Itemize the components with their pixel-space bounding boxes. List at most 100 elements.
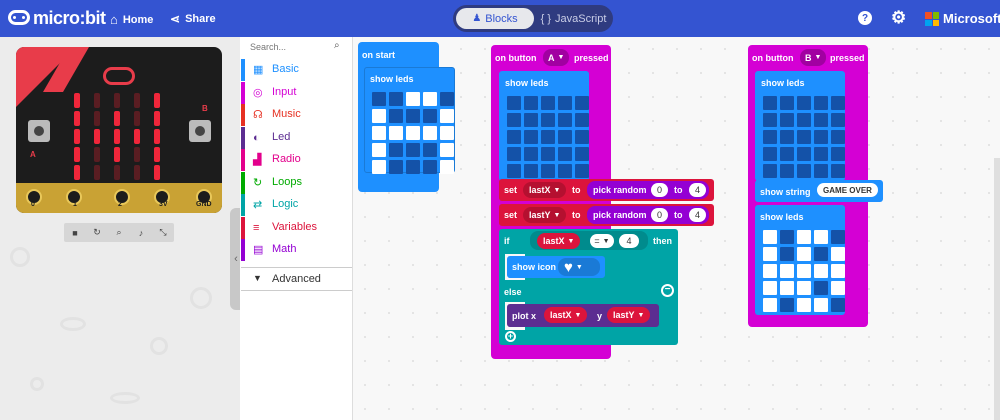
led-cell[interactable] [575, 130, 589, 144]
led-cell[interactable] [507, 147, 521, 161]
led-cell[interactable] [797, 164, 811, 178]
microsoft-label[interactable]: Microsoft [943, 11, 1000, 26]
led-cell[interactable] [763, 96, 777, 110]
led-cell[interactable] [763, 147, 777, 161]
search-icon[interactable]: ⌕ [334, 40, 340, 51]
led-cell[interactable] [780, 230, 794, 244]
led-cell[interactable] [780, 298, 794, 312]
toolbox-category-loops[interactable]: ↻ Loops [241, 171, 352, 194]
led-cell[interactable] [406, 160, 420, 174]
stop-icon[interactable]: ■ [64, 223, 86, 242]
compare-value-input[interactable]: 4 [619, 234, 639, 248]
led-cell[interactable] [558, 130, 572, 144]
button-b[interactable] [189, 120, 211, 142]
button-a-dropdown[interactable]: A ▼ [543, 49, 570, 66]
led-cell[interactable] [541, 130, 555, 144]
toolbox-category-music[interactable]: ☊ Music [241, 104, 352, 126]
toolbox-category-radio[interactable]: ▟ Radio [241, 149, 352, 171]
led-cell[interactable] [507, 96, 521, 110]
var-lasty-reporter[interactable]: lastY ▼ [607, 307, 651, 323]
led-cell[interactable] [524, 130, 538, 144]
button-b-led-editor[interactable] [763, 96, 845, 178]
tab-blocks[interactable]: ♟ Blocks [456, 8, 534, 29]
led-cell[interactable] [814, 164, 828, 178]
led-cell[interactable] [797, 113, 811, 127]
help-icon[interactable]: ? [858, 11, 872, 25]
led-cell[interactable] [797, 130, 811, 144]
led-cell[interactable] [507, 164, 521, 178]
toolbox-category-led[interactable]: ◐ Led [241, 126, 352, 149]
led-cell[interactable] [780, 96, 794, 110]
restart-icon[interactable]: ↻ [86, 223, 108, 242]
led-cell[interactable] [541, 96, 555, 110]
led-cell[interactable] [831, 130, 845, 144]
microsoft-logo-icon[interactable] [925, 12, 939, 26]
led-cell[interactable] [389, 92, 403, 106]
toolbox-category-math[interactable]: ▤ Math [241, 239, 352, 261]
toolbox-category-input[interactable]: ◎ Input [241, 81, 352, 104]
led-cell[interactable] [524, 96, 538, 110]
led-cell[interactable] [440, 92, 454, 106]
app-logo-text[interactable]: micro:bit [33, 8, 106, 29]
led-cell[interactable] [831, 164, 845, 178]
led-cell[interactable] [763, 164, 777, 178]
led-cell[interactable] [372, 109, 386, 123]
led-cell[interactable] [763, 264, 777, 278]
led-cell[interactable] [440, 126, 454, 140]
home-button[interactable]: ⌂ Home [110, 12, 153, 27]
led-cell[interactable] [440, 160, 454, 174]
led-cell[interactable] [797, 298, 811, 312]
led-cell[interactable] [780, 147, 794, 161]
led-cell[interactable] [797, 281, 811, 295]
pin-2[interactable] [114, 189, 130, 205]
led-cell[interactable] [797, 264, 811, 278]
var-lastx-dropdown[interactable]: lastX ▼ [523, 182, 567, 198]
led-cell[interactable] [389, 160, 403, 174]
toolbox-category-logic[interactable]: ⇄ Logic [241, 194, 352, 216]
remove-else-icon[interactable]: − [661, 284, 674, 297]
led-cell[interactable] [541, 164, 555, 178]
led-cell[interactable] [814, 130, 828, 144]
settings-gear-icon[interactable]: ⚙ [891, 8, 906, 28]
led-cell[interactable] [440, 143, 454, 157]
led-cell[interactable] [797, 230, 811, 244]
led-cell[interactable] [423, 126, 437, 140]
led-cell[interactable] [406, 92, 420, 106]
led-cell[interactable] [406, 143, 420, 157]
led-cell[interactable] [575, 147, 589, 161]
led-cell[interactable] [814, 281, 828, 295]
string-input[interactable]: GAME OVER [817, 183, 878, 197]
led-cell[interactable] [423, 109, 437, 123]
led-cell[interactable] [831, 264, 845, 278]
random-max-input[interactable]: 4 [689, 183, 706, 197]
led-cell[interactable] [831, 247, 845, 261]
var-lastx-reporter[interactable]: lastX ▼ [544, 307, 588, 323]
led-cell[interactable] [780, 164, 794, 178]
led-cell[interactable] [797, 96, 811, 110]
led-cell[interactable] [814, 264, 828, 278]
tab-javascript[interactable]: { } JavaScript [537, 8, 610, 29]
toolbox-category-variables[interactable]: ≡ Variables [241, 216, 352, 239]
led-cell[interactable] [763, 281, 777, 295]
led-cell[interactable] [406, 109, 420, 123]
random-min-input[interactable]: 0 [651, 183, 668, 197]
on-start-led-editor[interactable] [372, 92, 454, 174]
led-cell[interactable] [831, 298, 845, 312]
led-cell[interactable] [575, 113, 589, 127]
led-cell[interactable] [524, 147, 538, 161]
led-cell[interactable] [389, 143, 403, 157]
sound-icon[interactable]: ♪ [130, 223, 152, 242]
share-button[interactable]: ⋖ Share [170, 12, 216, 26]
led-cell[interactable] [575, 164, 589, 178]
led-cell[interactable] [797, 247, 811, 261]
led-cell[interactable] [831, 230, 845, 244]
button-b-dropdown[interactable]: B ▼ [800, 49, 827, 66]
led-cell[interactable] [423, 92, 437, 106]
led-cell[interactable] [524, 113, 538, 127]
led-cell[interactable] [558, 147, 572, 161]
led-cell[interactable] [524, 164, 538, 178]
led-cell[interactable] [372, 92, 386, 106]
var-lastx-reporter[interactable]: lastX ▼ [537, 233, 581, 249]
led-cell[interactable] [372, 160, 386, 174]
random-min-input[interactable]: 0 [651, 208, 668, 222]
